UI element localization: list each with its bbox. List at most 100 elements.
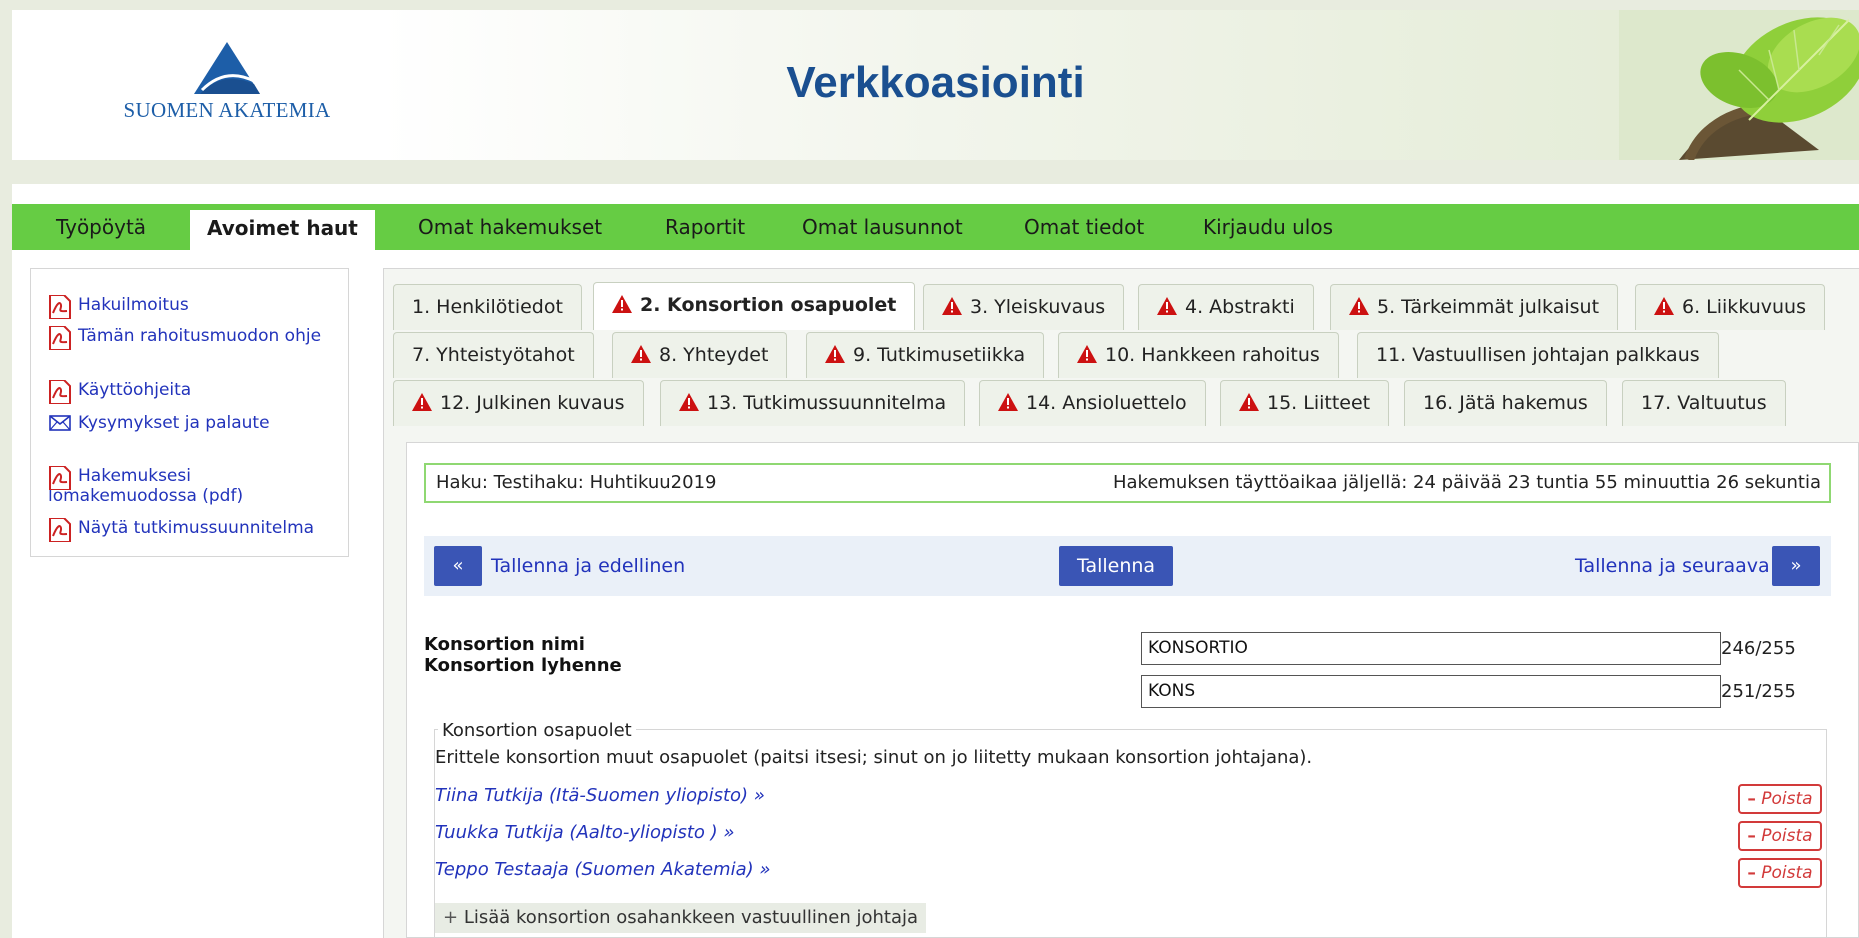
sidebar-link-label: Näytä tutkimussuunnitelma	[78, 518, 315, 538]
tab-label: 17. Valtuutus	[1641, 392, 1767, 414]
nav-tyopoyta[interactable]: Työpöytä	[56, 204, 146, 250]
sidebar-link-ohje[interactable]: Tämän rahoitusmuodon ohje	[48, 325, 338, 351]
add-member-button[interactable]: + Lisää konsortion osahankkeen vastuulli…	[435, 903, 927, 933]
delete-label: Poista	[1761, 826, 1813, 846]
tab-henkilotiedot[interactable]: 1. Henkilötiedot	[393, 284, 582, 330]
sidebar-link-lomake-pdf[interactable]: Hakemuksesi lomakemuodossa (pdf)	[48, 465, 338, 506]
tab-yleiskuvaus[interactable]: 3. Yleiskuvaus	[923, 284, 1125, 330]
warning-icon	[1654, 297, 1674, 315]
delete-member-button[interactable]: – Poista	[1738, 858, 1822, 888]
prev-button[interactable]: «	[434, 546, 482, 586]
sidebar-link-label: Tämän rahoitusmuodon ohje	[78, 326, 322, 346]
warning-icon	[679, 393, 699, 411]
tab-label: 3. Yleiskuvaus	[970, 296, 1106, 318]
tab-label: 13. Tutkimussuunnitelma	[707, 392, 947, 414]
minus-icon: –	[1747, 826, 1756, 846]
pdf-icon	[48, 294, 74, 324]
delete-member-button[interactable]: – Poista	[1738, 784, 1822, 814]
nav-kirjaudu-ulos[interactable]: Kirjaudu ulos	[1203, 204, 1333, 250]
pdf-icon	[48, 379, 74, 409]
leaf-image	[1619, 10, 1859, 160]
nav-omat-hakemukset[interactable]: Omat hakemukset	[418, 204, 602, 250]
pdf-icon	[48, 325, 74, 355]
warning-icon	[631, 345, 651, 363]
tab-yhteistyotahot[interactable]: 7. Yhteistyötahot	[393, 332, 594, 378]
tab-label: 9. Tutkimusetiikka	[853, 344, 1026, 366]
minus-icon: –	[1747, 789, 1756, 809]
delete-label: Poista	[1761, 863, 1813, 883]
tab-abstrakti[interactable]: 4. Abstrakti	[1138, 284, 1314, 330]
haku-info-box: Haku: Testihaku: Huhtikuu2019 Hakemuksen…	[424, 463, 1831, 503]
tab-julkinen-kuvaus[interactable]: 12. Julkinen kuvaus	[393, 380, 644, 426]
tab-tutkimusetiikka[interactable]: 9. Tutkimusetiikka	[806, 332, 1045, 378]
member-link[interactable]: Tiina Tutkija (Itä-Suomen yliopisto) »	[435, 785, 765, 806]
tab-label: 6. Liikkuvuus	[1682, 296, 1807, 318]
sidebar-link-label: Käyttöohjeita	[78, 380, 192, 400]
members-description: Erittele konsortion muut osapuolet (pait…	[435, 747, 1313, 768]
header: SUOMEN AKATEMIA Verkkoasiointi	[12, 10, 1859, 160]
consortium-abbr-label: Konsortion lyhenne	[424, 655, 622, 676]
members-legend: Konsortion osapuolet	[438, 720, 636, 741]
name-char-counter: 246/255	[1721, 638, 1796, 659]
tab-label: 7. Yhteistyötahot	[412, 344, 575, 366]
tab-julkaisut[interactable]: 5. Tärkeimmät julkaisut	[1330, 284, 1619, 330]
sidebar-link-palaute[interactable]: Kysymykset ja palaute	[48, 413, 338, 433]
delete-member-button[interactable]: – Poista	[1738, 821, 1822, 851]
consortium-abbr-input[interactable]: KONS	[1141, 675, 1721, 708]
nav-raportit[interactable]: Raportit	[665, 204, 745, 250]
next-button[interactable]: »	[1772, 546, 1820, 586]
tab-label: 1. Henkilötiedot	[412, 296, 563, 318]
tab-liitteet[interactable]: 15. Liitteet	[1220, 380, 1390, 426]
warning-icon	[612, 295, 632, 313]
warning-icon	[998, 393, 1018, 411]
tab-palkkaus[interactable]: 11. Vastuullisen johtajan palkkaus	[1357, 332, 1719, 378]
nav-omat-lausunnot[interactable]: Omat lausunnot	[802, 204, 963, 250]
delete-label: Poista	[1761, 789, 1813, 809]
tab-hankkeen-rahoitus[interactable]: 10. Hankkeen rahoitus	[1058, 332, 1339, 378]
tab-label: 4. Abstrakti	[1185, 296, 1295, 318]
consortium-name-input[interactable]: KONSORTIO	[1141, 632, 1721, 665]
warning-icon	[1077, 345, 1097, 363]
envelope-icon	[48, 413, 72, 438]
sidebar-link-kayttoohjeita[interactable]: Käyttöohjeita	[48, 379, 338, 405]
minus-icon: –	[1747, 863, 1756, 883]
tab-label: 8. Yhteydet	[659, 344, 769, 366]
warning-icon	[1239, 393, 1259, 411]
tab-yhteydet[interactable]: 8. Yhteydet	[612, 332, 788, 378]
pdf-icon	[48, 465, 74, 495]
consortium-name-label: Konsortion nimi	[424, 634, 585, 655]
warning-icon	[942, 297, 962, 315]
plus-icon: +	[443, 907, 459, 928]
sidebar-link-hakuilmoitus[interactable]: Hakuilmoitus	[48, 294, 338, 320]
tab-label: 12. Julkinen kuvaus	[440, 392, 625, 414]
save-and-previous-link[interactable]: Tallenna ja edellinen	[491, 546, 685, 586]
tab-konsortion-osapuolet[interactable]: 2. Konsortion osapuolet	[593, 282, 916, 330]
warning-icon	[1157, 297, 1177, 315]
nav-omat-tiedot[interactable]: Omat tiedot	[1024, 204, 1144, 250]
tab-label: 15. Liitteet	[1267, 392, 1371, 414]
tab-liikkuvuus[interactable]: 6. Liikkuvuus	[1635, 284, 1826, 330]
member-link[interactable]: Teppo Testaaja (Suomen Akatemia) »	[435, 859, 770, 880]
tab-tutkimussuunnitelma[interactable]: 13. Tutkimussuunnitelma	[660, 380, 966, 426]
tab-label: 10. Hankkeen rahoitus	[1105, 344, 1320, 366]
time-remaining: Hakemuksen täyttöaikaa jäljellä: 24 päiv…	[1112, 472, 1821, 493]
sidebar-link-tutkimussuunnitelma[interactable]: Näytä tutkimussuunnitelma	[48, 517, 338, 543]
tab-label: 2. Konsortion osapuolet	[640, 294, 897, 316]
save-button[interactable]: Tallenna	[1059, 546, 1174, 586]
add-member-label: Lisää konsortion osahankkeen vastuulline…	[463, 907, 919, 928]
sidebar-link-label: Hakuilmoitus	[78, 295, 189, 315]
tab-ansioluettelo[interactable]: 14. Ansioluettelo	[979, 380, 1206, 426]
warning-icon	[412, 393, 432, 411]
sidebar-link-label: Hakemuksesi lomakemuodossa (pdf)	[48, 466, 244, 506]
main-nav: Työpöytä Avoimet haut Omat hakemukset Ra…	[12, 204, 1859, 250]
nav-avoimet-haut[interactable]: Avoimet haut	[190, 210, 375, 250]
app-title: Verkkoasiointi	[786, 58, 1085, 107]
tab-label: 5. Tärkeimmät julkaisut	[1377, 296, 1600, 318]
tab-label: 11. Vastuullisen johtajan palkkaus	[1376, 344, 1700, 366]
tab-valtuutus[interactable]: 17. Valtuutus	[1622, 380, 1786, 426]
pdf-icon	[48, 517, 74, 547]
member-link[interactable]: Tuukka Tutkija (Aalto-yliopisto ) »	[435, 822, 734, 843]
save-and-next-link[interactable]: Tallenna ja seuraava	[1575, 546, 1770, 586]
tab-jata-hakemus[interactable]: 16. Jätä hakemus	[1404, 380, 1607, 426]
abbr-char-counter: 251/255	[1721, 681, 1796, 702]
